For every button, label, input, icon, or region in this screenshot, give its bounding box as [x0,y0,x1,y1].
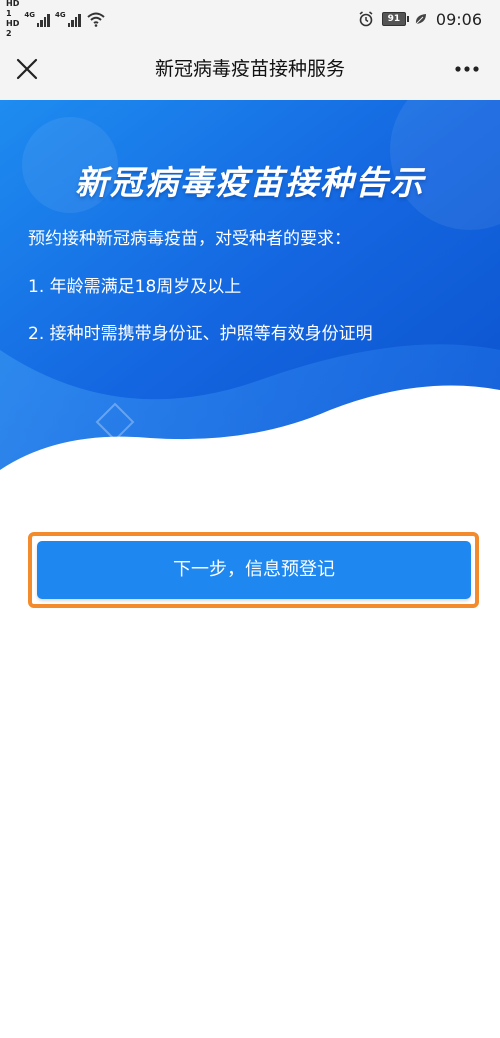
alarm-icon [359,11,373,27]
notice-title: 新冠病毒疫苗接种告示 [75,163,425,202]
close-icon[interactable] [10,52,44,86]
signal-icon: 4G [24,11,50,27]
wifi-icon [86,12,105,27]
clock: 09:06 [435,9,482,29]
page-title: 新冠病毒疫苗接种服务 [154,58,345,80]
leaf-icon [415,14,426,25]
requirement-id: 2. 接种时需携带身份证、护照等有效身份证明 [28,324,373,344]
notice-banner: 新冠病毒疫苗接种告示 预约接种新冠病毒疫苗，对受种者的要求： 1. 年龄需满足1… [0,100,500,480]
status-bar: HD 1 HD 2 4G 4G 91 09:06 [0,0,500,38]
battery-icon: 91 [381,12,409,26]
hd-label: HD [6,0,20,8]
network-type: 4G [54,11,66,19]
next-step-button[interactable]: 下一步，信息预登记 [37,541,471,599]
network-type: 4G [24,11,35,19]
hd-label: HD [6,19,20,28]
status-left: HD 1 HD 2 4G 4G [6,0,106,38]
requirement-age: 1. 年龄需满足18周岁及以上 [28,277,242,297]
status-right: 91 09:06 [358,8,482,30]
hd-sim-number: 1 [6,9,12,18]
hd-indicator: HD 1 HD 2 [6,0,19,39]
signal-icon: 4G [55,11,81,27]
more-icon[interactable] [450,52,484,86]
nav-bar: 新冠病毒疫苗接种服务 [0,38,500,101]
notice-intro: 预约接种新冠病毒疫苗，对受种者的要求： [28,229,351,249]
